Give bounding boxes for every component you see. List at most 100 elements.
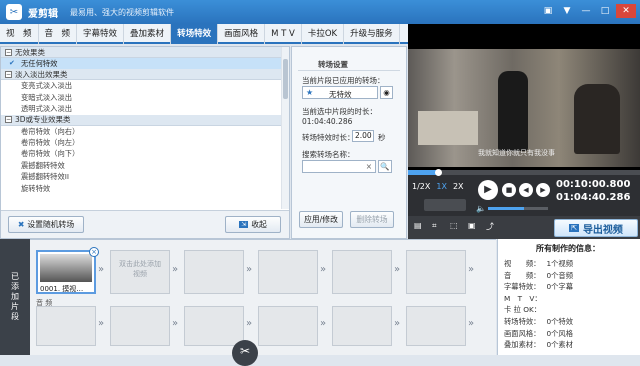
transition-item[interactable]: 透明式淡入淡出 [1,103,289,114]
audio-slot[interactable] [110,306,170,346]
collapse-category-icon[interactable]: − [5,116,12,124]
transition-item[interactable]: 卷帘特效（向下） [1,148,289,159]
minimize-button[interactable]: — [578,4,594,18]
speed-option[interactable]: 2X [453,182,464,191]
effect-duration-input[interactable]: 2.00 [352,130,374,142]
transition-item[interactable]: 卷帘特效（向右） [1,126,289,137]
clip-name: 0001. 摸视… [40,285,84,293]
tab-6[interactable]: M T V [265,24,302,44]
export-video-button[interactable]: ⇱ 导出视频 [554,219,638,237]
transition-item[interactable]: 卷帘特效（向左） [1,137,289,148]
empty-clip-slot[interactable] [258,250,318,294]
play-button[interactable]: ▶ [478,180,498,200]
stop-button[interactable]: ■ [502,183,516,197]
tab-3[interactable]: 叠加素材 [124,24,172,44]
prev-frame-button[interactable]: ◀ [519,183,533,197]
shuffle-icon: ✖ [17,220,25,229]
clear-icon[interactable]: × [366,162,372,171]
info-key: 音 频： [504,270,541,280]
empty-clip-slot[interactable] [184,250,244,294]
search-input[interactable]: × [302,160,376,173]
transition-item[interactable]: 变亮式淡入淡出 [1,80,289,91]
effect-duration-label: 转场特效时长： [302,133,355,142]
info-row: 转场特效： 0个特效 [504,317,573,327]
volume-slider[interactable] [488,207,548,210]
category-header[interactable]: − 淡入淡出效果类 [1,69,289,81]
share-icon[interactable]: ⤴ [486,221,494,232]
transition-settings-panel: 转场设置 当前片段已应用的转场： ★ 无特效 ◉ 当前选中片段的时长： 01:0… [291,46,407,239]
search-icon[interactable]: 🔍 [378,160,392,173]
transition-arrow-icon[interactable]: » [468,264,478,280]
transition-arrow-icon[interactable]: » [98,318,108,334]
settings-title: 转场设置 [318,60,348,69]
transition-item[interactable]: 变暗式淡入淡出 [1,92,289,103]
info-value: 0个风格 [546,328,574,338]
audio-slot[interactable] [258,306,318,346]
transition-item[interactable]: 震撼翻转特效II [1,171,289,182]
transition-category-list: −无效果类无任何特效−淡入淡出效果类变亮式淡入淡出变暗式淡入淡出透明式淡入淡出−… [1,47,289,209]
applied-transition-field: ★ 无特效 [302,86,378,99]
menu-icon[interactable]: ▼ [559,4,575,18]
apply-transition-button[interactable]: 应用/修改 [299,211,343,228]
collapse-button[interactable]: ⇲ 收起 [225,216,281,233]
collapse-category-icon[interactable]: − [5,48,12,56]
transition-arrow-icon[interactable]: » [246,264,256,280]
close-button[interactable]: ✕ [616,4,636,18]
audio-slot[interactable] [332,306,392,346]
title-bar: ✂ 爱剪辑 最易用、强大的视频剪辑软件 ▣ ▼ — □ ✕ [0,0,640,24]
speed-option[interactable]: 1/2X [412,182,430,191]
video-clip[interactable]: 0001. 摸视… × [36,247,99,294]
transition-item[interactable]: 旋转特效 [1,183,289,194]
tab-4[interactable]: 转场特效 [171,24,219,44]
fullscreen-icon[interactable]: ⬚ [450,221,458,230]
skin-icon[interactable]: ▣ [540,4,556,18]
info-value: 0个素材 [546,340,574,350]
collapse-category-icon[interactable]: − [5,70,12,78]
transition-arrow-icon[interactable]: » [246,318,256,334]
remove-clip-icon[interactable]: × [89,247,99,257]
volume-icon[interactable]: 🔈 [476,204,486,213]
crop-icon[interactable]: ⌗ [432,221,437,231]
effect-duration-unit: 秒 [378,133,386,142]
category-header[interactable]: − 无效果类 [1,47,289,58]
category-header[interactable]: −3D或专业效果类 [1,114,289,126]
app-logo-icon: ✂ [6,4,22,20]
snapshot-icon[interactable]: ▤ [414,221,422,230]
progress-bar[interactable] [408,169,640,176]
save-icon[interactable]: ▣ [468,221,476,230]
info-value: 0个特效 [546,317,574,326]
video-preview[interactable]: 我就知道你就只有我没事 [408,24,640,173]
tab-5[interactable]: 画面风格 [218,24,266,44]
list-scrollbar[interactable] [281,47,289,209]
audio-slot[interactable] [184,306,244,346]
empty-clip-slot[interactable] [406,250,466,294]
maximize-button[interactable]: □ [597,4,613,18]
empty-clip-slot[interactable] [332,250,392,294]
transition-arrow-icon[interactable]: » [320,318,330,334]
transition-item[interactable]: 震撼翻转特效 [1,160,289,171]
transition-arrow-icon[interactable]: » [172,318,182,334]
transition-arrow-icon[interactable]: » [98,264,108,280]
tab-1[interactable]: 音 频 [39,24,78,44]
transition-arrow-icon[interactable]: » [172,264,182,280]
tab-0[interactable]: 视 频 [0,24,39,44]
tab-8[interactable]: 升级与服务 [344,24,400,44]
preview-transition-icon[interactable]: ◉ [380,86,393,99]
tab-7[interactable]: 卡拉OK [302,24,345,44]
empty-clip-slot[interactable]: 双击此处添加视频 [110,250,170,294]
info-row: 卡 拉 OK： [504,305,547,315]
scissors-icon[interactable]: ✂ [232,340,258,366]
transition-arrow-icon[interactable]: » [468,318,478,334]
transition-arrow-icon[interactable]: » [320,264,330,280]
random-transition-button[interactable]: ✖ 设置随机转场 [8,216,84,233]
transition-arrow-icon[interactable]: » [394,264,404,280]
transition-arrow-icon[interactable]: » [394,318,404,334]
transition-item[interactable]: 无任何特效 [1,58,289,70]
next-frame-button[interactable]: ▶ [536,183,550,197]
audio-slot[interactable] [36,306,96,346]
speed-option[interactable]: 1X [436,182,447,191]
tab-2[interactable]: 字幕特效 [77,24,125,44]
filmstrip-icon[interactable] [424,199,466,211]
audio-slot[interactable] [406,306,466,346]
delete-transition-button[interactable]: 删除转场 [350,211,394,228]
